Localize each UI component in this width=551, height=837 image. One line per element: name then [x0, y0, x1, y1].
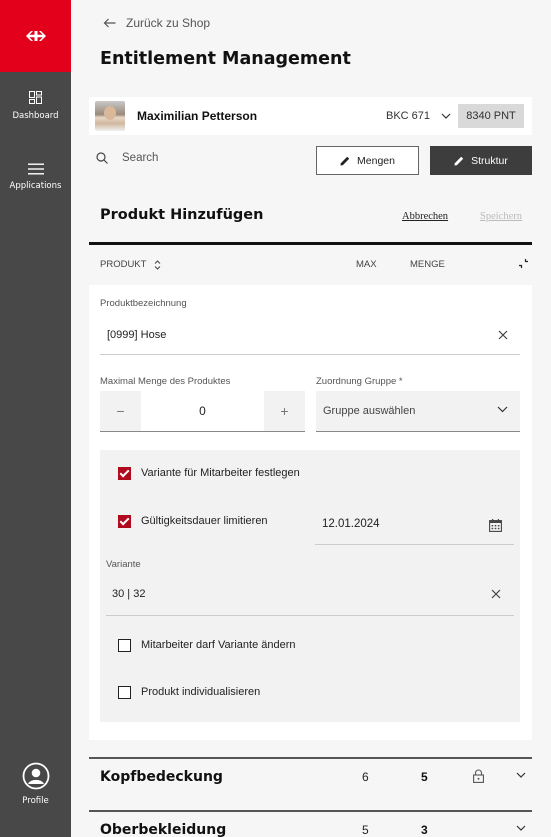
group-label: Zuordnung Gruppe *: [316, 376, 403, 387]
product-field[interactable]: [0999] Hose: [107, 329, 166, 341]
mengen-button[interactable]: Mengen: [316, 146, 419, 175]
lock-icon: [473, 769, 484, 783]
cancel-link[interactable]: Abbrechen: [402, 211, 448, 222]
struktur-button[interactable]: Struktur: [430, 146, 532, 175]
add-product-form: Produktbezeichnung [0999] Hose Maximal M…: [89, 285, 532, 740]
divider: [106, 615, 514, 616]
product-label: Produktbezeichnung: [100, 298, 187, 309]
sidebar-item-label: Dashboard: [12, 111, 59, 121]
date-value: 12.01.2024: [322, 518, 380, 530]
category-name: Kopfbedeckung: [100, 769, 223, 785]
search-icon: [96, 152, 108, 164]
chevron-down-icon[interactable]: [516, 772, 526, 778]
pencil-icon: [340, 156, 350, 165]
sidebar-item-label: Applications: [9, 181, 62, 191]
clear-icon[interactable]: [498, 330, 508, 340]
menge-column-header: MENGE: [410, 259, 445, 270]
employee-change-checkbox[interactable]: [118, 639, 131, 652]
individualize-label: Produkt individualisieren: [141, 686, 261, 698]
sidebar: Dashboard Applications Profile: [0, 0, 71, 837]
sidebar-item-profile[interactable]: Profile: [0, 762, 71, 806]
menu-icon: [27, 163, 44, 175]
produkt-column-header[interactable]: PRODUKT: [100, 259, 161, 270]
group-select-value: Gruppe auswählen: [323, 405, 416, 417]
back-link[interactable]: Zurück zu Shop: [103, 16, 210, 30]
category-menge: 5: [421, 770, 428, 784]
account-selector[interactable]: BKC 671: [386, 110, 451, 122]
struktur-button-label: Struktur: [471, 154, 508, 167]
section-title: Produkt Hinzufügen: [100, 207, 264, 223]
category-max: 6: [362, 770, 369, 784]
table-header: PRODUKT MAX MENGE: [89, 245, 532, 285]
pencil-icon: [454, 156, 464, 165]
chevron-down-icon[interactable]: [516, 825, 526, 831]
calendar-icon[interactable]: [489, 519, 502, 532]
save-link[interactable]: Speichern: [480, 211, 522, 222]
profile-icon: [22, 762, 49, 790]
employee-change-label: Mitarbeiter darf Variante ändern: [141, 639, 296, 651]
category-name: Oberbekleidung: [100, 822, 227, 837]
back-link-label: Zurück zu Shop: [126, 16, 211, 30]
group-select[interactable]: Gruppe auswählen: [316, 391, 520, 432]
variant-field[interactable]: 30 | 32: [112, 588, 145, 600]
page-title: Entitlement Management: [100, 49, 351, 69]
category-row[interactable]: Kopfbedeckung 6 5: [89, 757, 532, 807]
decrement-button[interactable]: −: [100, 391, 141, 431]
arrow-left-icon: [103, 18, 116, 28]
date-field[interactable]: 12.01.2024: [315, 509, 514, 545]
category-row[interactable]: Oberbekleidung 5 3: [89, 810, 532, 837]
validity-checkbox[interactable]: [118, 515, 131, 528]
produkt-header-label: PRODUKT: [100, 259, 147, 270]
user-name: Maximilian Petterson: [137, 109, 258, 123]
sbb-logo-icon[interactable]: [0, 0, 71, 72]
dashboard-icon: [28, 91, 42, 104]
variant-label: Variante: [106, 559, 141, 570]
collapse-icon[interactable]: [518, 258, 529, 272]
clear-icon[interactable]: [491, 589, 501, 599]
divider: [100, 354, 520, 355]
mengen-button-label: Mengen: [357, 154, 395, 167]
points-badge: 8340 PNT: [458, 104, 524, 128]
variant-options-panel: Variante für Mitarbeiter festlegen Gülti…: [100, 450, 520, 722]
main-content: Zurück zu Shop Entitlement Management Ma…: [71, 0, 551, 837]
category-menge: 3: [421, 823, 428, 837]
avatar: [95, 101, 125, 131]
variant-fix-label: Variante für Mitarbeiter festlegen: [141, 467, 300, 479]
search-input[interactable]: Search: [96, 152, 158, 164]
sidebar-item-dashboard[interactable]: Dashboard: [0, 91, 71, 121]
increment-button[interactable]: +: [264, 391, 305, 431]
sort-icon: [155, 259, 161, 270]
quantity-stepper: − 0 +: [100, 391, 305, 432]
sidebar-item-applications[interactable]: Applications: [0, 163, 71, 191]
chevron-down-icon: [497, 406, 508, 413]
individualize-checkbox[interactable]: [118, 686, 131, 699]
sidebar-item-label: Profile: [22, 796, 49, 806]
search-placeholder: Search: [122, 152, 159, 164]
quantity-value[interactable]: 0: [141, 391, 264, 431]
chevron-down-icon: [441, 113, 451, 119]
validity-label: Gültigkeitsdauer limitieren: [141, 515, 268, 527]
category-max: 5: [362, 823, 369, 837]
max-qty-label: Maximal Menge des Produktes: [100, 376, 231, 387]
variant-fix-checkbox[interactable]: [118, 467, 131, 480]
max-column-header: MAX: [356, 259, 377, 270]
user-bar: Maximilian Petterson BKC 671 8340 PNT: [89, 97, 532, 135]
account-label: BKC 671: [386, 110, 431, 122]
